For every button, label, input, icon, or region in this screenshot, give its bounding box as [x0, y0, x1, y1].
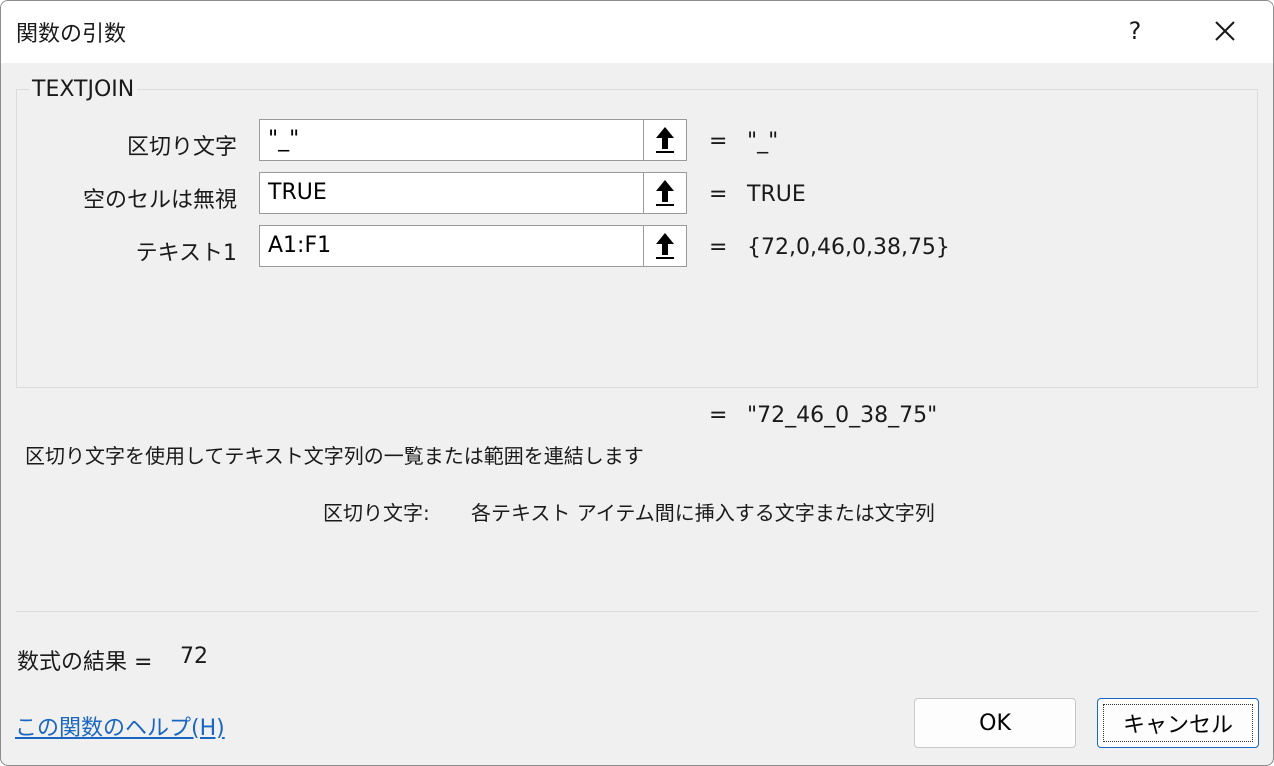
result-equals: =	[709, 403, 728, 428]
ok-button[interactable]: OK	[914, 698, 1076, 748]
ignore-empty-equals: =	[709, 182, 728, 207]
text1-value: {72,0,46,0,38,75}	[747, 235, 950, 260]
function-result-value: "72_46_0_38_75"	[747, 403, 938, 428]
ignore-empty-collapse-button[interactable]	[643, 172, 687, 214]
arrow-up-icon	[656, 233, 674, 259]
delimiter-equals: =	[709, 129, 728, 154]
arrow-up-icon	[656, 180, 674, 206]
function-name: TEXTJOIN	[29, 77, 138, 102]
function-description: 区切り文字を使用してテキスト文字列の一覧または範囲を連結します	[25, 444, 644, 468]
formula-result-value: 72	[180, 644, 208, 669]
close-icon	[1215, 21, 1235, 41]
argument-help-label: 区切り文字:	[323, 501, 430, 525]
text1-input[interactable]: A1:F1	[259, 225, 643, 267]
ignore-empty-input[interactable]: TRUE	[259, 172, 643, 214]
ok-button-label: OK	[979, 710, 1011, 736]
function-arguments-dialog: 関数の引数 ? TEXTJOIN 区切り文字 "_" = "_" 空のセルは無視…	[0, 0, 1274, 766]
title-bar: 関数の引数 ?	[1, 1, 1273, 63]
delimiter-collapse-button[interactable]	[643, 119, 687, 161]
function-help-link[interactable]: この関数のヘルプ(H)	[15, 710, 225, 742]
cancel-button[interactable]: キャンセル	[1097, 698, 1259, 748]
delimiter-input[interactable]: "_"	[259, 119, 643, 161]
close-button[interactable]	[1201, 9, 1249, 53]
delimiter-value: "_"	[747, 129, 779, 154]
argument-help-text: 各テキスト アイテム間に挿入する文字または文字列	[471, 501, 935, 525]
ignore-empty-value: TRUE	[747, 182, 806, 207]
arg-label-delimiter: 区切り文字	[126, 135, 237, 160]
arg-label-text1: テキスト1	[135, 241, 237, 266]
text1-equals: =	[709, 235, 728, 260]
help-button[interactable]: ?	[1111, 9, 1159, 53]
divider	[16, 611, 1258, 612]
formula-result-label: 数式の結果 =	[17, 650, 153, 675]
dialog-title: 関数の引数	[16, 22, 127, 47]
arrow-up-icon	[656, 127, 674, 153]
arg-label-ignore-empty: 空のセルは無視	[82, 188, 237, 213]
text1-collapse-button[interactable]	[643, 225, 687, 267]
focus-rectangle	[1103, 704, 1253, 742]
